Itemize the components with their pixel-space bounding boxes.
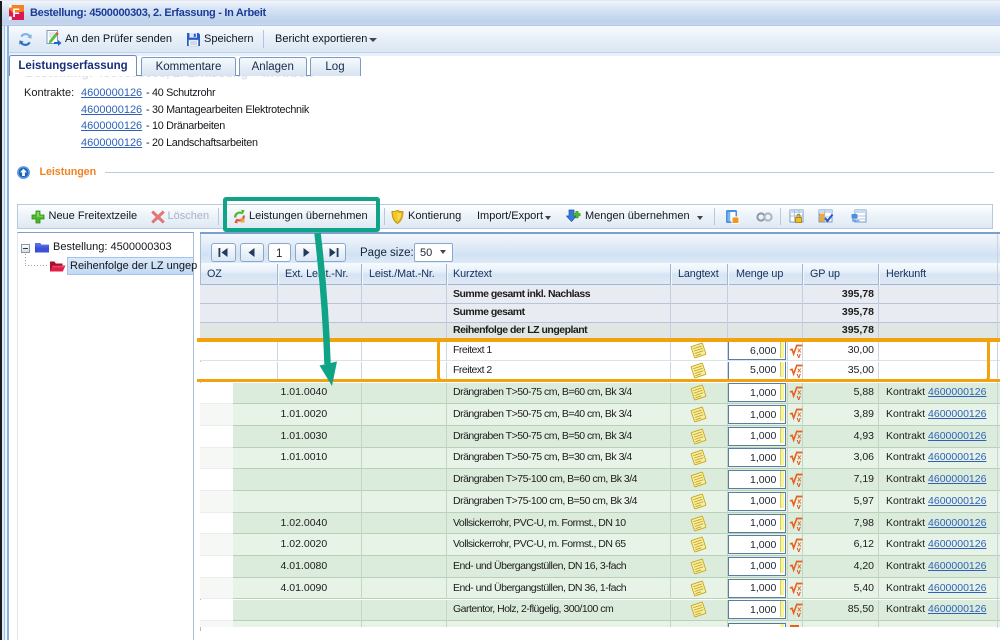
svg-text:F: F bbox=[12, 6, 19, 20]
